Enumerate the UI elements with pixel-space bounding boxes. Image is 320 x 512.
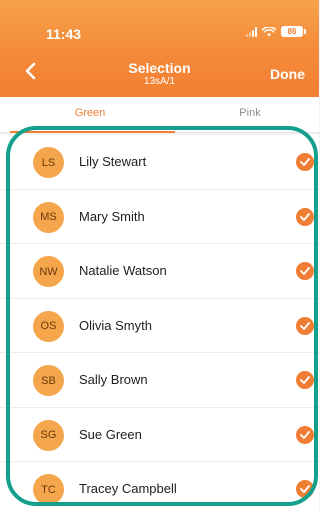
student-name: Natalie Watson [79, 263, 167, 278]
check-circle-icon[interactable] [296, 207, 314, 226]
avatar: SB [33, 365, 64, 396]
tab-green[interactable]: Green [60, 107, 120, 119]
status-icons: 86 [246, 26, 306, 37]
list-item[interactable]: SG Sue Green [0, 407, 319, 462]
tab-bar: Green Pink [0, 97, 319, 133]
avatar: SG [33, 419, 64, 451]
done-button[interactable]: Done [270, 66, 305, 82]
signal-icon [246, 26, 257, 37]
status-time: 11:43 [46, 26, 82, 42]
avatar: LS [33, 147, 64, 178]
list-item[interactable]: OS Olivia Smyth [0, 298, 319, 353]
student-list: LS Lily Stewart MS Mary Smith NW Natalie… [0, 135, 319, 512]
avatar: TC [33, 474, 64, 505]
student-name: Mary Smith [79, 208, 145, 224]
list-item[interactable]: LS Lily Stewart [0, 135, 319, 190]
student-name: Tracey Campbell [79, 481, 177, 496]
student-name: Olivia Smyth [79, 317, 152, 333]
battery-icon: 86 [281, 26, 306, 37]
tab-pink[interactable]: Pink [220, 107, 280, 119]
wifi-icon [262, 26, 276, 36]
student-name: Lily Stewart [79, 154, 147, 169]
check-circle-icon[interactable] [296, 153, 314, 171]
avatar: NW [33, 256, 64, 287]
list-item[interactable]: MS Mary Smith [0, 189, 319, 244]
list-item[interactable]: TC Tracey Campbell [0, 462, 319, 512]
student-name: Sue Green [79, 426, 142, 442]
header: 11:43 86 Selection 13sA/1 Done [0, 0, 319, 97]
check-circle-icon[interactable] [296, 262, 314, 280]
active-tab-indicator [10, 131, 175, 133]
check-circle-icon[interactable] [296, 480, 314, 498]
student-name: Sally Brown [79, 372, 148, 387]
list-item[interactable]: SB Sally Brown [0, 353, 319, 408]
check-circle-icon[interactable] [296, 316, 314, 335]
check-circle-icon[interactable] [296, 425, 314, 444]
list-item[interactable]: NW Natalie Watson [0, 244, 319, 299]
check-circle-icon[interactable] [296, 371, 314, 389]
avatar: OS [33, 310, 64, 342]
avatar: MS [33, 201, 64, 233]
